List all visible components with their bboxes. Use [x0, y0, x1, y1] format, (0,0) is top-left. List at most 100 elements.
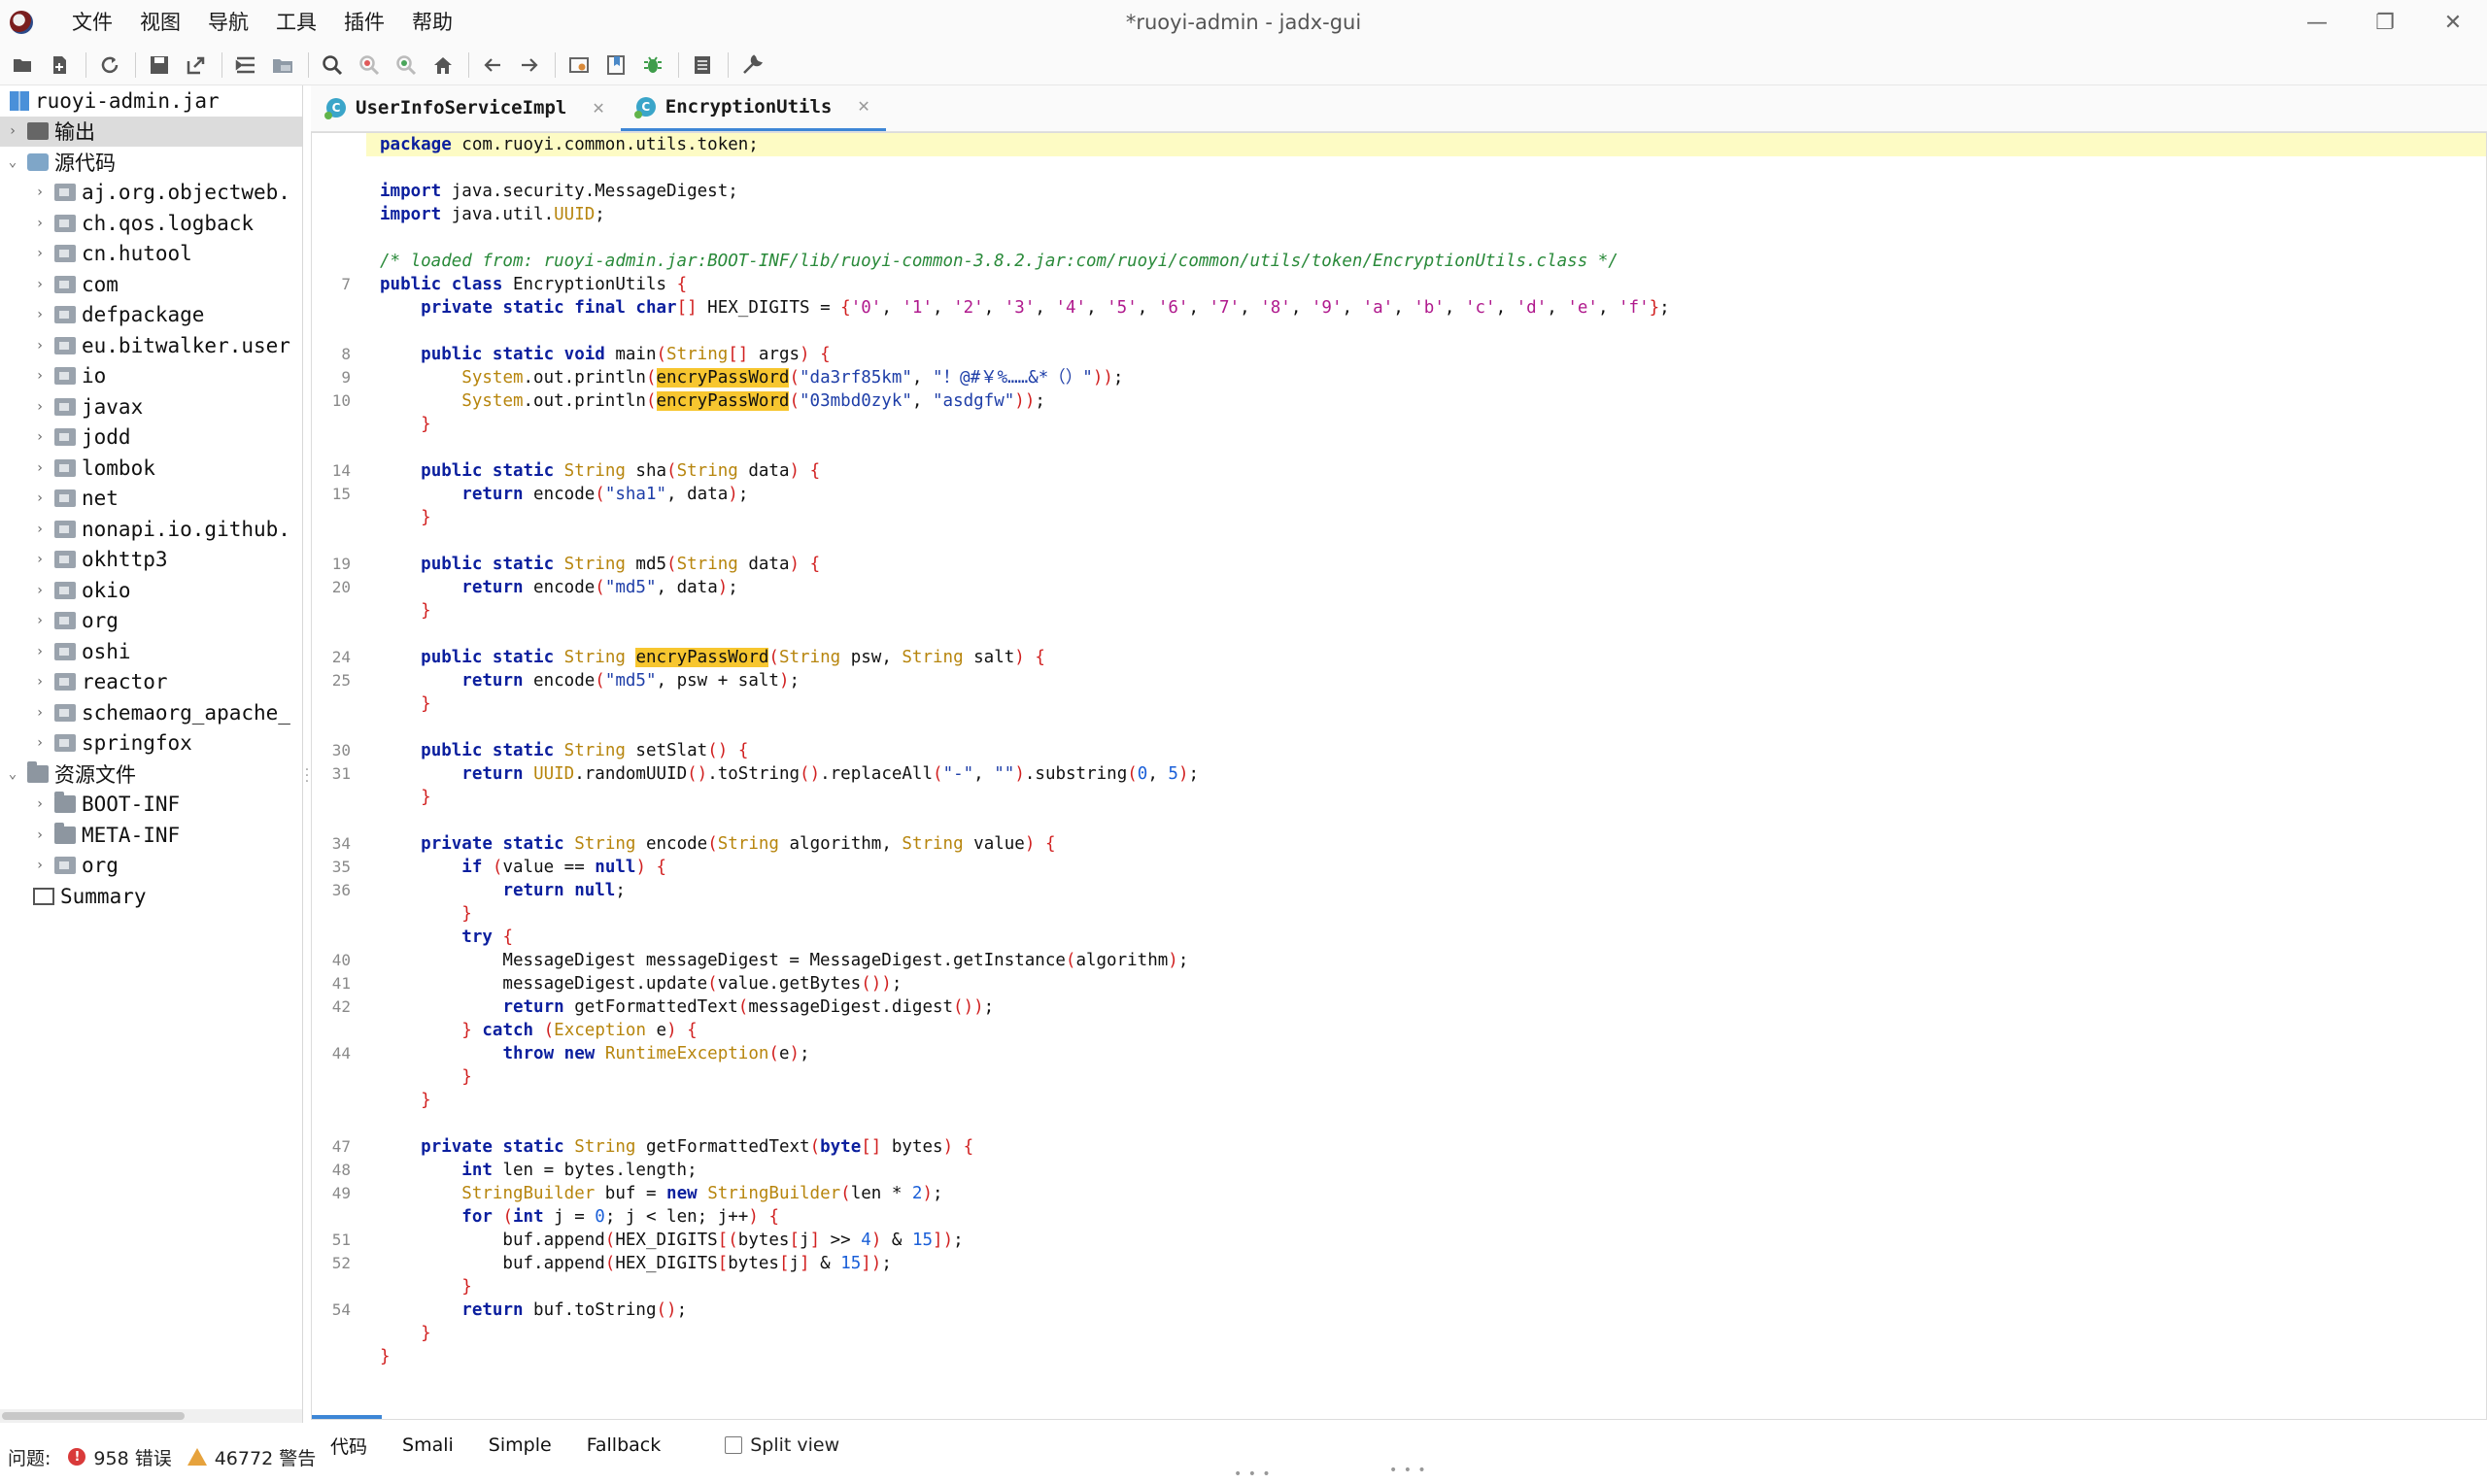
chevron-right-icon[interactable]: › [31, 184, 49, 201]
chevron-right-icon[interactable]: › [31, 643, 49, 660]
tree-item-summary[interactable]: Summary [0, 881, 302, 912]
tree-package[interactable]: › okio [0, 575, 302, 606]
tree-package[interactable]: › org [0, 606, 302, 637]
add-files-icon[interactable] [45, 50, 76, 81]
reload-icon[interactable] [94, 50, 125, 81]
tab-code[interactable]: 代码 [330, 1433, 367, 1459]
tree-root-jar[interactable]: ruoyi-admin.jar [0, 85, 302, 117]
chevron-right-icon[interactable]: › [31, 459, 49, 477]
back-icon[interactable] [477, 50, 508, 81]
tree-resource-folder[interactable]: › BOOT-INF [0, 790, 302, 821]
tree-package[interactable]: › aj.org.objectweb. [0, 178, 302, 209]
close-tab-icon[interactable]: ✕ [592, 99, 604, 118]
tree-package[interactable]: › oshi [0, 636, 302, 667]
tab-encryptionutils[interactable]: C EncryptionUtils ✕ [620, 84, 886, 131]
chevron-right-icon[interactable]: › [4, 122, 21, 140]
tab-smali[interactable]: Smali [402, 1434, 454, 1456]
debug-icon[interactable] [637, 50, 668, 81]
scrollbar-thumb[interactable] [312, 1415, 382, 1419]
code-editor[interactable]: package com.ruoyi.common.utils.token; im… [311, 132, 2487, 1420]
tree-package[interactable]: › defpackage [0, 300, 302, 331]
preferences-icon[interactable] [736, 50, 767, 81]
tree-package[interactable]: › eu.bitwalker.user [0, 330, 302, 361]
chevron-right-icon[interactable]: › [31, 398, 49, 416]
search-icon[interactable] [317, 50, 348, 81]
tree-resource-folder[interactable]: › META-INF [0, 820, 302, 851]
chevron-right-icon[interactable]: › [31, 276, 49, 293]
chevron-right-icon[interactable]: › [31, 612, 49, 629]
menu-navigation[interactable]: 导航 [194, 0, 262, 45]
chevron-right-icon[interactable]: › [31, 582, 49, 599]
log-icon[interactable] [687, 50, 718, 81]
tree-package[interactable]: › com [0, 269, 302, 300]
close-button[interactable]: ✕ [2419, 0, 2487, 45]
split-view-toggle[interactable]: Split view [725, 1434, 839, 1456]
chevron-right-icon[interactable]: › [31, 367, 49, 385]
tree-horizontal-scrollbar[interactable] [0, 1409, 302, 1423]
chevron-right-icon[interactable]: › [31, 857, 49, 874]
find-usage-icon[interactable] [354, 50, 385, 81]
chevron-right-icon[interactable]: › [31, 245, 49, 262]
export-icon[interactable] [181, 50, 212, 81]
minimize-button[interactable]: — [2283, 0, 2351, 45]
tree-package[interactable]: › schemaorg_apache_ [0, 697, 302, 728]
menu-help[interactable]: 帮助 [398, 0, 466, 45]
close-tab-icon[interactable]: ✕ [857, 97, 869, 116]
chevron-down-icon[interactable]: ⌄ [4, 153, 21, 171]
maximize-button[interactable]: ❐ [2351, 0, 2419, 45]
chevron-right-icon[interactable]: › [31, 489, 49, 507]
menu-plugins[interactable]: 插件 [330, 0, 398, 45]
save-icon[interactable] [144, 50, 175, 81]
tree-package[interactable]: › lombok [0, 453, 302, 484]
warning-count[interactable]: 46772 警告 [215, 1444, 316, 1470]
scrollbar-thumb[interactable] [2, 1412, 185, 1420]
tree-item-resources[interactable]: ⌄ 资源文件 [0, 759, 302, 790]
flatten-packages-icon[interactable] [267, 50, 298, 81]
forward-icon[interactable] [514, 50, 545, 81]
tree-item-output[interactable]: › 输出 [0, 116, 302, 147]
find-class-icon[interactable] [391, 50, 422, 81]
resize-handle[interactable]: • • • [1234, 1467, 1272, 1482]
chevron-right-icon[interactable]: › [31, 521, 49, 538]
tree-package[interactable]: › nonapi.io.github. [0, 514, 302, 545]
chevron-right-icon[interactable]: › [31, 215, 49, 232]
tree-package[interactable]: › jodd [0, 422, 302, 454]
tree-package[interactable]: › cn.hutool [0, 239, 302, 270]
split-view-checkbox[interactable] [725, 1436, 743, 1454]
tree-package[interactable]: › io [0, 361, 302, 392]
chevron-right-icon[interactable]: › [31, 428, 49, 446]
chevron-right-icon[interactable]: › [31, 826, 49, 844]
menu-file[interactable]: 文件 [58, 0, 126, 45]
menu-view[interactable]: 视图 [126, 0, 194, 45]
open-file-icon[interactable] [8, 50, 39, 81]
tree-package[interactable]: › reactor [0, 667, 302, 698]
tree-item-source[interactable]: ⌄ 源代码 [0, 147, 302, 178]
tab-fallback[interactable]: Fallback [587, 1434, 662, 1456]
error-count[interactable]: 958 错误 [93, 1444, 171, 1470]
tab-simple[interactable]: Simple [489, 1434, 552, 1456]
chevron-right-icon[interactable]: › [31, 306, 49, 323]
tree-package[interactable]: › ch.qos.logback [0, 208, 302, 239]
panel-splitter[interactable]: · · · [304, 763, 310, 791]
chevron-right-icon[interactable]: › [31, 734, 49, 752]
chevron-right-icon[interactable]: › [31, 551, 49, 568]
tree-package[interactable]: › net [0, 484, 302, 515]
chevron-right-icon[interactable]: › [31, 795, 49, 813]
chevron-down-icon[interactable]: ⌄ [4, 765, 21, 783]
chevron-right-icon[interactable]: › [31, 704, 49, 722]
tree-package[interactable]: › okhttp3 [0, 545, 302, 576]
code-area[interactable]: package com.ruoyi.common.utils.token; im… [332, 133, 2486, 1368]
tree-resource-folder[interactable]: › org [0, 851, 302, 882]
editor-horizontal-scrollbar[interactable] [312, 1413, 2486, 1419]
tab-userinfoserviceimpl[interactable]: C UserInfoServiceImpl ✕ [311, 84, 621, 131]
deobfuscation-icon[interactable] [563, 50, 595, 81]
tree-package[interactable]: › javax [0, 391, 302, 422]
resize-handle[interactable]: • • • [1389, 1463, 1427, 1478]
menu-tools[interactable]: 工具 [262, 0, 330, 45]
bookmark-icon[interactable] [600, 50, 631, 81]
tree-package[interactable]: › springfox [0, 728, 302, 759]
sync-tree-icon[interactable] [230, 50, 261, 81]
chevron-right-icon[interactable]: › [31, 337, 49, 354]
chevron-right-icon[interactable]: › [31, 673, 49, 691]
home-icon[interactable] [427, 50, 459, 81]
